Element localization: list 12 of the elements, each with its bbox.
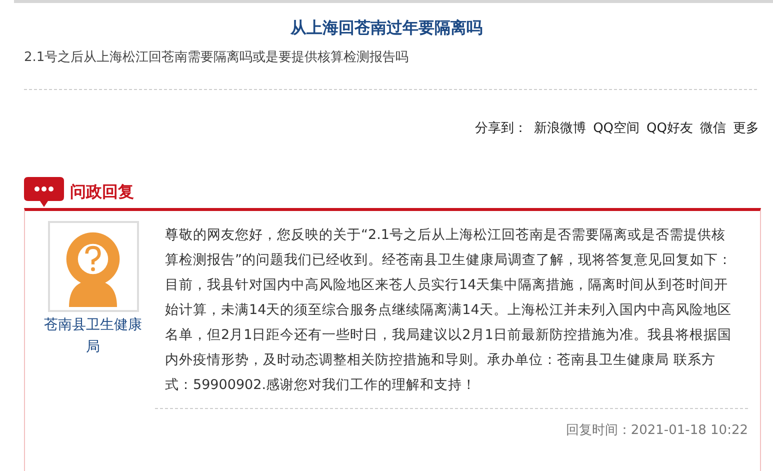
share-link[interactable]: 更多: [733, 120, 759, 138]
reply-text: 尊敬的网友您好，您反映的关于“2.1号之后从上海松江回苍南是否需要隔离或是否需提供核算检测报告”的问题我们已经收到。经苍南县卫生健康局调查了解，现将答复意见回复如下：目前，我县针对国内中高风险地区来苍人员实行14天集中隔离措施，隔离时间从到苍时间开始计算，未满14天的须至综合服务点继续隔离满14天。上海松江并未列入国内中高风险地区名单，但2月1日距今还有一些时日，我局建议以2月1日前最新防控措施为准。我县将根据国内外疫情形势，及时动态调整相关防控措施和导则。承办单位：苍南县卫生健康局 联系方式：59900902.感谢您对我们工作的理解和支持！: [165, 226, 733, 395]
question-title: 从上海回苍南过年要隔离吗: [289, 17, 484, 39]
share-link[interactable]: 微信: [700, 120, 726, 138]
responder-name: 苍南县卫生健康局: [43, 316, 143, 357]
share-link[interactable]: QQ空间: [593, 120, 640, 138]
share-link[interactable]: QQ好友: [646, 120, 693, 138]
reply-time: 回复时间：2021-01-18 10:22: [564, 422, 748, 439]
question-text: 2.1号之后从上海松江回苍南需要隔离吗或是要提供核算检测报告吗: [24, 49, 410, 67]
share-link[interactable]: 新浪微博: [534, 120, 586, 138]
section-heading: 问政回复: [70, 182, 134, 202]
share-label: 分享到：: [475, 120, 528, 138]
